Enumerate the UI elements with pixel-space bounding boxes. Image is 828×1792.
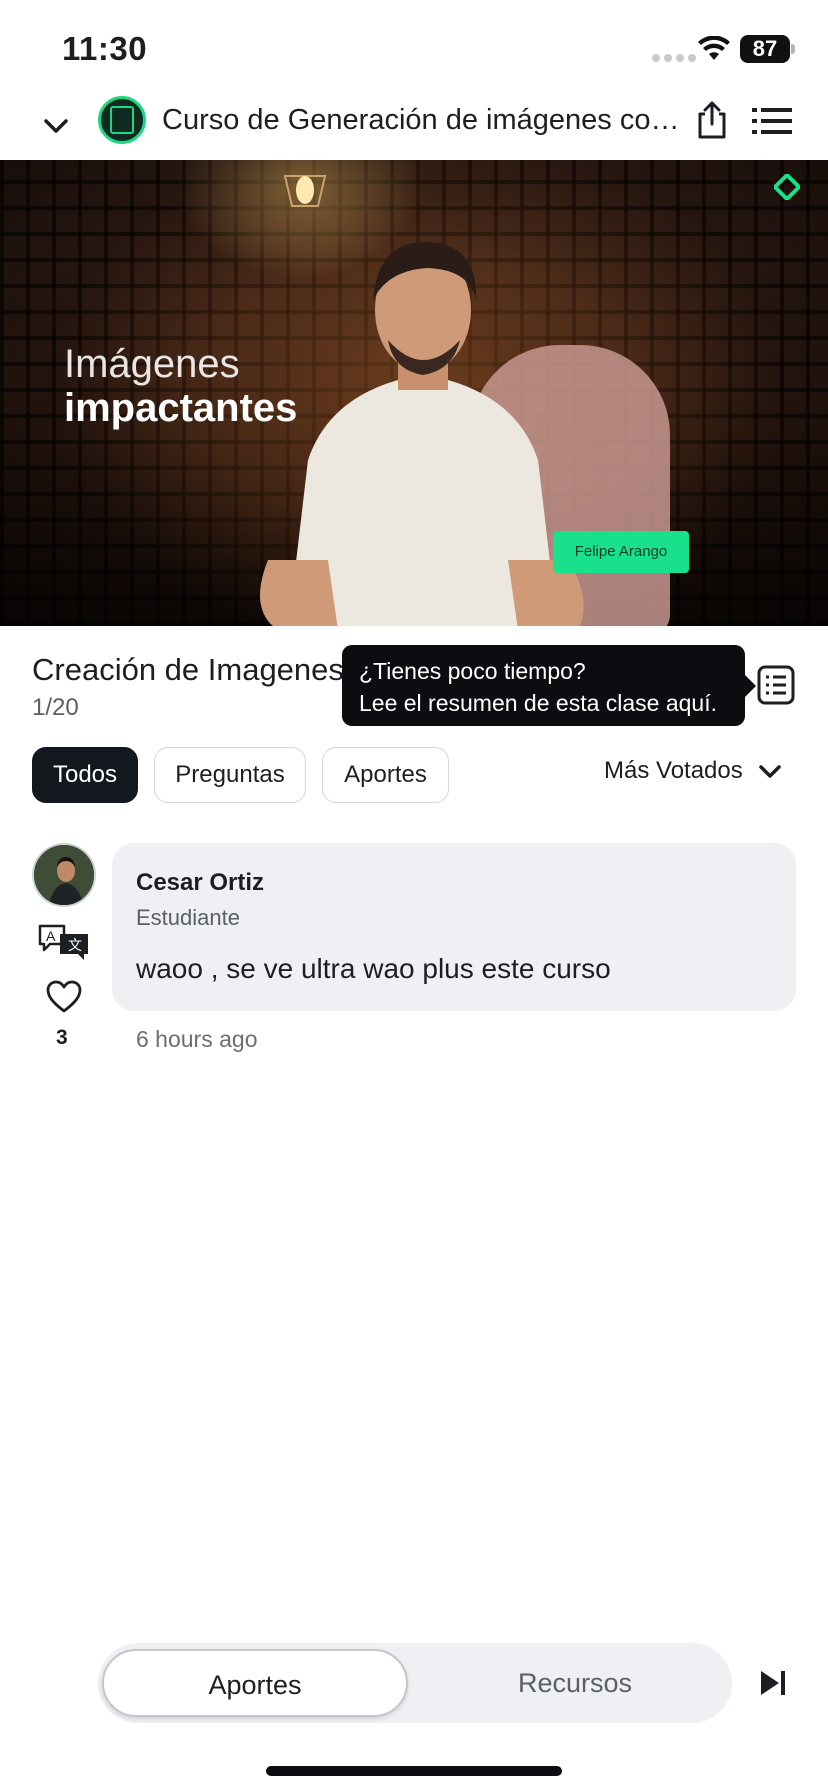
signal-icon [652,54,696,62]
course-title[interactable]: Curso de Generación de imágenes con... [162,104,682,137]
tooltip-line2: Lee el resumen de esta clase aquí. [359,690,718,716]
avatar[interactable] [32,843,96,907]
filter-chip-aportes[interactable]: Aportes [322,747,449,803]
summary-icon[interactable] [757,665,795,705]
course-logo-icon [98,96,146,144]
filter-chip-preguntas[interactable]: Preguntas [154,747,306,803]
video-player[interactable]: Imágenes impactantes Felipe Arango [0,160,828,626]
comment-timestamp: 6 hours ago [136,1026,258,1052]
tooltip-arrow [744,674,756,698]
video-overlay-line1: Imágenes [64,342,240,386]
status-bar: 11:30 87 [0,0,828,96]
presenter-name-tag: Felipe Arango [553,531,689,573]
battery-tip [791,44,795,54]
battery-icon: 87 [740,35,790,63]
heart-icon[interactable] [46,980,82,1014]
svg-text:A: A [46,928,56,944]
chevron-down-icon[interactable] [40,110,72,142]
home-indicator [266,1766,562,1776]
share-icon[interactable] [694,100,730,140]
translate-icon[interactable]: A 文 [36,922,92,962]
bottom-segmented-control: Aportes Recursos [98,1643,732,1723]
list-icon[interactable] [752,106,792,136]
comment-bubble[interactable]: Cesar Ortiz Estudiante waoo , se ve ultr… [112,843,796,1011]
status-time: 11:30 [62,30,148,67]
sort-dropdown[interactable]: Más Votados [604,757,783,785]
avatar-image [34,845,94,905]
filter-chip-todos[interactable]: Todos [32,747,138,803]
like-count: 3 [56,1026,68,1049]
tab-recursos[interactable]: Recursos [428,1649,722,1717]
sort-label: Más Votados [604,757,743,784]
presenter-image [260,241,584,626]
tooltip-line1: ¿Tienes poco tiempo? [359,658,586,684]
comment-role: Estudiante [136,905,240,930]
chevron-down-icon [759,765,781,778]
summary-tooltip[interactable]: ¿Tienes poco tiempo? Lee el resumen de e… [342,645,745,726]
lesson-counter: 1/20 [32,694,79,721]
tab-aportes[interactable]: Aportes [102,1649,408,1717]
lamp-image [283,175,327,207]
video-overlay-line2: impactantes [64,386,298,430]
comment-author[interactable]: Cesar Ortiz [136,869,264,897]
course-header: Curso de Generación de imágenes con... [0,96,828,160]
wifi-icon [698,36,730,60]
comment-text: waoo , se ve ultra wao plus este curso [136,953,611,984]
platzi-logo-icon [774,174,800,200]
svg-text:文: 文 [68,938,82,954]
skip-next-icon[interactable] [758,1668,788,1698]
